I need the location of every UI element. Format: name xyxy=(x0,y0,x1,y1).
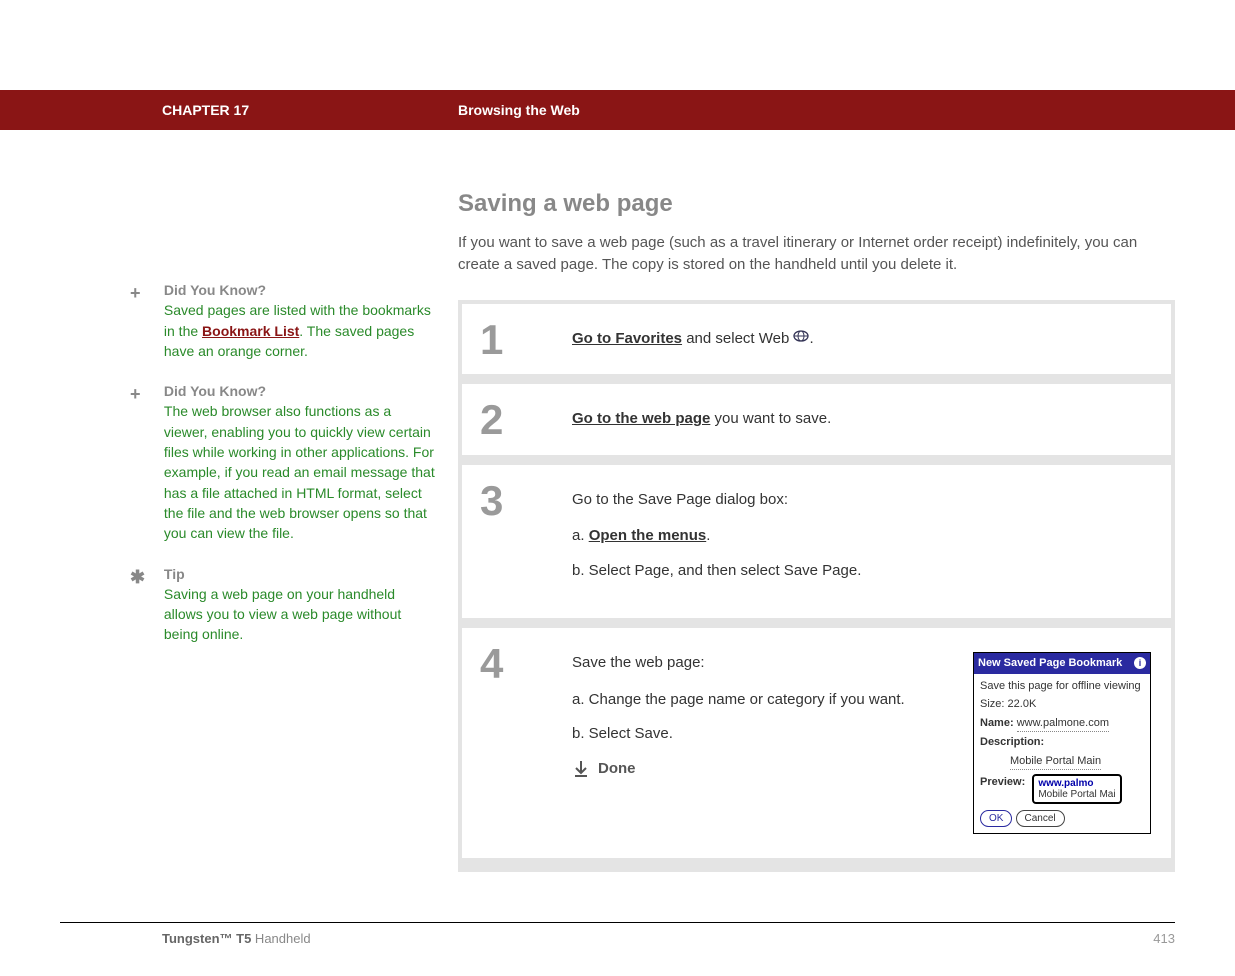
step-number: 4 xyxy=(462,628,572,858)
bookmark-list-link[interactable]: Bookmark List xyxy=(202,323,299,339)
did-you-know-1: + Did You Know? Saved pages are listed w… xyxy=(130,280,438,361)
page-title: Saving a web page xyxy=(458,190,1175,218)
preview-box: www.palmo Mobile Portal Mai xyxy=(1032,774,1121,804)
done-arrow-icon xyxy=(572,760,590,778)
did-you-know-2: + Did You Know? The web browser also fun… xyxy=(130,381,438,543)
size-label: Size: xyxy=(980,698,1004,710)
desc-field[interactable]: Mobile Portal Main xyxy=(1010,753,1101,771)
open-the-menus-link[interactable]: Open the menus xyxy=(589,527,707,544)
page-footer: Tungsten™ T5 Handheld 413 xyxy=(60,922,1175,976)
tip-text: Saving a web page on your handheld allow… xyxy=(164,586,401,643)
dyk1-title: Did You Know? xyxy=(164,282,266,298)
step-number: 2 xyxy=(462,384,572,455)
step-4: 4 Save the web page: a. Change the page … xyxy=(462,628,1171,858)
asterisk-icon: ✱ xyxy=(130,564,160,590)
main-content: Saving a web page If you want to save a … xyxy=(458,130,1175,872)
cancel-button[interactable]: Cancel xyxy=(1016,810,1065,827)
info-icon[interactable]: i xyxy=(1134,657,1146,669)
dialog-title: New Saved Page Bookmark xyxy=(978,655,1122,672)
dyk2-text: The web browser also functions as a view… xyxy=(164,403,435,541)
step-number: 1 xyxy=(462,304,572,375)
tip-block: ✱ Tip Saving a web page on your handheld… xyxy=(130,564,438,645)
chapter-label: CHAPTER 17 xyxy=(0,102,458,118)
step3a-prefix: a. xyxy=(572,527,589,544)
step2-after: you want to save. xyxy=(710,410,831,427)
go-to-web-page-link[interactable]: Go to the web page xyxy=(572,410,710,427)
product-rest: Handheld xyxy=(251,931,310,946)
step-2: 2 Go to the web page you want to save. xyxy=(462,384,1171,455)
name-field[interactable]: www.palmone.com xyxy=(1017,715,1109,733)
go-to-favorites-link[interactable]: Go to Favorites xyxy=(572,330,682,347)
preview-l1: www.palmo xyxy=(1038,778,1093,789)
ok-button[interactable]: OK xyxy=(980,810,1012,827)
step4-intro: Save the web page: xyxy=(572,652,953,675)
save-page-dialog: New Saved Page Bookmark i Save this page… xyxy=(973,652,1151,834)
done-label: Done xyxy=(598,758,636,781)
plus-icon: + xyxy=(130,381,160,407)
page-number: 413 xyxy=(1153,931,1175,946)
web-icon xyxy=(793,328,809,351)
step3b: b. Select Page, and then select Save Pag… xyxy=(572,560,1151,583)
product-bold: Tungsten™ T5 xyxy=(162,931,251,946)
step3-intro: Go to the Save Page dialog box: xyxy=(572,489,1151,512)
page-intro: If you want to save a web page (such as … xyxy=(458,232,1175,276)
plus-icon: + xyxy=(130,280,160,306)
step4a: a. Change the page name or category if y… xyxy=(572,689,953,712)
desc-label: Description: xyxy=(980,736,1044,748)
steps-container: 1 Go to Favorites and select Web . 2 Go … xyxy=(458,300,1175,873)
tip-title: Tip xyxy=(164,566,185,582)
step-3: 3 Go to the Save Page dialog box: a. Ope… xyxy=(462,465,1171,619)
step1-after: and select Web xyxy=(682,330,793,347)
step1-tail: . xyxy=(809,330,813,347)
done-row: Done xyxy=(572,758,953,781)
step-number: 3 xyxy=(462,465,572,619)
step3a-tail: . xyxy=(706,527,710,544)
sidebar: + Did You Know? Saved pages are listed w… xyxy=(60,130,458,872)
size-value: 22.0K xyxy=(1008,698,1037,710)
step-1: 1 Go to Favorites and select Web . xyxy=(462,304,1171,375)
dialog-line1: Save this page for offline viewing xyxy=(980,678,1144,695)
preview-label: Preview: xyxy=(980,776,1025,788)
chapter-header: CHAPTER 17 Browsing the Web xyxy=(0,90,1235,130)
step4b: b. Select Save. xyxy=(572,723,953,746)
name-label: Name: xyxy=(980,717,1014,729)
chapter-title: Browsing the Web xyxy=(458,102,580,118)
preview-l2: Mobile Portal Mai xyxy=(1038,789,1115,800)
dyk2-title: Did You Know? xyxy=(164,383,266,399)
